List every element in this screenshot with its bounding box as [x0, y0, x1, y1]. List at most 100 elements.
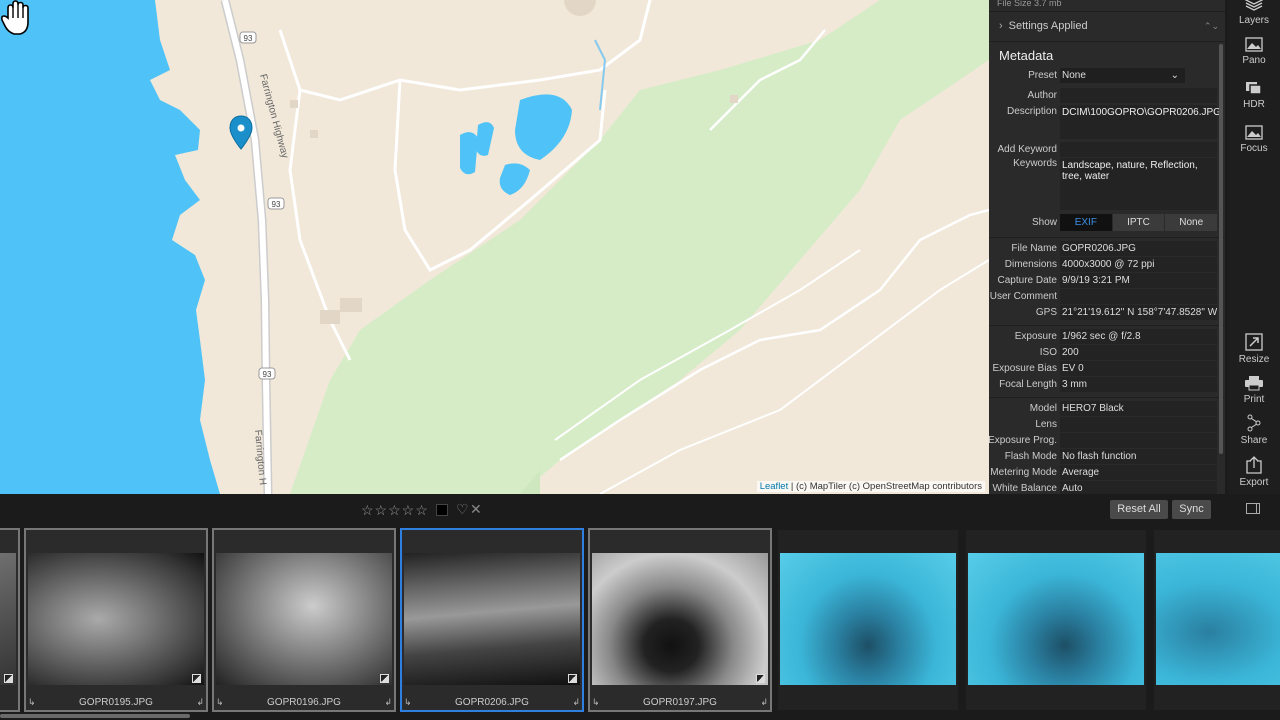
star-rating[interactable]: ☆☆☆☆☆ — [361, 502, 429, 519]
thumbnail-image — [968, 553, 1144, 685]
filmstrip-toolbar: ☆☆☆☆☆ ♡ ✕ Reset All Sync — [0, 494, 1280, 526]
export-tool[interactable]: Export — [1228, 456, 1280, 488]
capture-date-row: Capture Date 9/9/19 3:21 PM — [989, 273, 1225, 289]
description-label: Description — [1006, 106, 1057, 117]
route-shield-93: 93 — [267, 197, 285, 210]
keywords-field[interactable]: Landscape, nature, Reflection, tree, wat… — [1060, 158, 1217, 210]
show-row: Show EXIF IPTC None — [989, 214, 1225, 233]
thumbnail[interactable]: ↳ ↲ GOPR0196.JPG — [212, 528, 396, 712]
pano-label: Pano — [1242, 55, 1266, 66]
field-label: Exposure Prog. — [989, 435, 1057, 446]
focus-tool[interactable]: Focus — [1228, 125, 1280, 154]
color-label-swatch[interactable] — [436, 504, 448, 516]
panel-toggle-icon[interactable] — [1246, 503, 1260, 514]
export-label: Export — [1239, 477, 1269, 488]
sync-button[interactable]: Sync — [1172, 500, 1211, 519]
thumbnail[interactable] — [964, 528, 1148, 712]
field-label: ISO — [1039, 347, 1057, 358]
print-tool[interactable]: Print — [1228, 375, 1280, 405]
field-label: Metering Mode — [990, 467, 1057, 478]
hdr-tool[interactable]: HDR — [1228, 81, 1280, 110]
thumbnail-image — [28, 553, 204, 685]
show-tabs: EXIF IPTC None — [1060, 214, 1217, 231]
preset-row: Preset None ⌄ — [989, 68, 1225, 84]
keywords-row: Keywords Landscape, nature, Reflection, … — [989, 158, 1225, 214]
field-label: File Name — [1011, 243, 1057, 254]
thumbnail[interactable]: ↳ ↲ GOPR0197.JPG — [588, 528, 772, 712]
field-label: Exposure — [1014, 331, 1057, 342]
attribution-text: | (c) MapTiler (c) OpenStreetMap contrib… — [788, 481, 982, 492]
leaflet-link[interactable]: Leaflet — [760, 481, 789, 492]
iso-row: ISO 200 — [989, 345, 1225, 361]
metadata-title: Metadata — [989, 42, 1225, 68]
thumbnail[interactable] — [1152, 528, 1280, 712]
resize-label: Resize — [1238, 354, 1270, 365]
filmstrip: ↳ ↲ GOPR0195.JPG ↳ ↲ GOPR0196.JPG ↳ ↲ GO… — [0, 526, 1280, 720]
description-field[interactable]: DCIM\100GOPRO\GOPR0206.JPG — [1060, 105, 1221, 139]
author-field[interactable] — [1060, 88, 1217, 103]
tab-exif[interactable]: EXIF — [1060, 214, 1112, 231]
reject-icon[interactable]: ✕ — [470, 501, 482, 518]
user-comment-row: User Comment — [989, 289, 1225, 305]
thumbnail-image — [780, 553, 956, 685]
reset-all-button[interactable]: Reset All — [1110, 500, 1168, 519]
file-name-row: File Name GOPR0206.JPG — [989, 241, 1225, 257]
field-label: Exposure Bias — [992, 363, 1057, 374]
tab-none[interactable]: None — [1164, 214, 1217, 231]
field-value: Auto — [1060, 481, 1217, 494]
lens-row: Lens — [989, 417, 1225, 433]
edited-badge-icon — [380, 674, 389, 683]
metadata-panel: File Size 3.7 mb › Settings Applied ⌃⌄ Me… — [989, 0, 1225, 494]
field-value: EV 0 — [1060, 361, 1217, 376]
layers-tool[interactable]: Layers — [1228, 0, 1280, 26]
field-label: Focal Length — [999, 379, 1057, 390]
preset-dropdown[interactable]: None ⌄ — [1060, 68, 1185, 83]
map-view[interactable]: 93 93 93 Farrington Highway Farrington H… — [0, 0, 989, 494]
white-balance-row: White Balance Auto — [989, 481, 1225, 494]
filmstrip-scrollbar[interactable] — [0, 714, 190, 718]
camera-section: Model HERO7 Black Lens Exposure Prog. Fla… — [989, 397, 1225, 494]
route-shield-93: 93 — [258, 367, 276, 380]
layers-label: Layers — [1238, 15, 1269, 26]
edited-badge-icon — [4, 674, 13, 683]
layers-icon — [1245, 0, 1263, 11]
thumbnail-selected[interactable]: ↳ ↲ GOPR0206.JPG — [400, 528, 584, 712]
field-value[interactable] — [1060, 289, 1217, 304]
chevron-down-icon: ⌄ — [1170, 70, 1179, 81]
panel-scrollbar[interactable] — [1219, 44, 1223, 454]
field-value — [1060, 417, 1217, 432]
settings-applied-section[interactable]: › Settings Applied ⌃⌄ — [989, 12, 1225, 42]
heart-icon[interactable]: ♡ — [456, 501, 469, 518]
exposure-prog-row: Exposure Prog. — [989, 433, 1225, 449]
model-row: Model HERO7 Black — [989, 401, 1225, 417]
field-label: GPS — [1035, 307, 1057, 318]
focal-length-row: Focal Length 3 mm — [989, 377, 1225, 393]
chevron-right-icon: › — [999, 20, 1003, 32]
svg-text:93: 93 — [263, 370, 272, 379]
pano-tool[interactable]: Pano — [1228, 37, 1280, 66]
share-tool[interactable]: Share — [1228, 414, 1280, 446]
thumbnail[interactable] — [776, 528, 960, 712]
thumbnail-filename: GOPR0206.JPG — [455, 697, 529, 708]
tab-iptc[interactable]: IPTC — [1111, 214, 1165, 231]
svg-text:93: 93 — [244, 34, 253, 43]
exposure-section: Exposure 1/962 sec @ f/2.8 ISO 200 Exposur… — [989, 325, 1225, 393]
thumbnail-image — [1156, 553, 1280, 685]
thumbnail-filename: GOPR0195.JPG — [79, 697, 153, 708]
thumbnail[interactable] — [0, 528, 20, 712]
thumbnail[interactable]: ↳ ↲ GOPR0195.JPG — [24, 528, 208, 712]
field-label: White Balance — [992, 483, 1057, 494]
map-canvas[interactable]: 93 93 93 Farrington Highway Farrington H — [0, 0, 989, 494]
field-value: No flash function — [1060, 449, 1217, 464]
resize-tool[interactable]: Resize — [1228, 333, 1280, 365]
author-row: Author — [989, 88, 1225, 104]
field-value: GOPR0206.JPG — [1060, 241, 1217, 256]
add-keyword-field[interactable] — [1060, 142, 1217, 157]
field-value: 3 mm — [1060, 377, 1217, 392]
field-label: Lens — [1035, 419, 1057, 430]
hand-cursor-icon — [0, 0, 29, 35]
field-value: 21°21'19.612" N 158°7'47.8528" W — [1060, 305, 1217, 320]
share-label: Share — [1240, 435, 1268, 446]
settings-applied-label: Settings Applied — [1008, 20, 1088, 32]
edited-badge-icon — [756, 674, 765, 683]
